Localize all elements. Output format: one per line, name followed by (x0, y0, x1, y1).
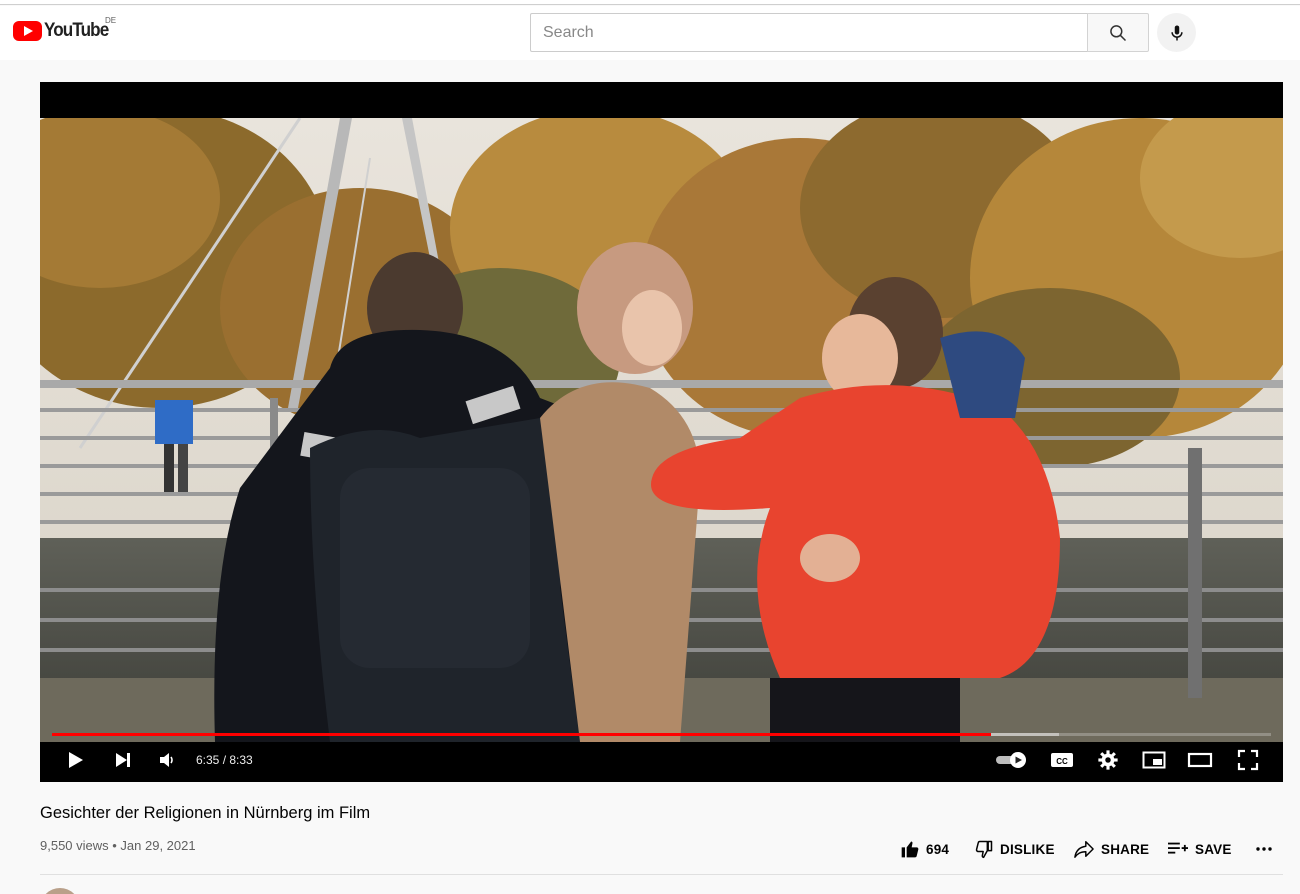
logo-text: YouTube (44, 20, 109, 41)
thumbs-up-icon (901, 841, 919, 858)
next-button[interactable] (110, 746, 136, 774)
skip-next-icon (116, 753, 130, 767)
channel-avatar[interactable] (40, 888, 80, 894)
subtitles-button[interactable]: CC (1048, 746, 1076, 774)
save-label: SAVE (1195, 841, 1232, 857)
autoplay-toggle[interactable] (994, 746, 1030, 774)
fullscreen-icon (1237, 749, 1259, 771)
settings-button[interactable] (1094, 746, 1122, 774)
like-button[interactable]: 694 (900, 836, 949, 862)
miniplayer-button[interactable] (1140, 746, 1168, 774)
dislike-button[interactable]: DISLIKE (974, 836, 1055, 862)
more-horizontal-icon (1256, 847, 1272, 851)
save-button[interactable]: SAVE (1167, 836, 1232, 862)
like-count: 694 (926, 841, 950, 857)
youtube-play-logo-icon (13, 21, 42, 41)
video-meta: 9,550 views • Jan 29, 2021 (40, 838, 196, 853)
divider (40, 874, 1283, 875)
closed-captions-icon: CC (1051, 753, 1073, 767)
share-icon (1074, 841, 1094, 858)
dislike-label: DISLIKE (1000, 841, 1055, 857)
video-player[interactable]: 6:35 / 8:33 CC (40, 82, 1283, 782)
time-display: 6:35 / 8:33 (196, 753, 253, 767)
theater-mode-icon (1187, 752, 1213, 768)
autoplay-icon (996, 752, 1026, 768)
browser-top-edge (0, 0, 1300, 5)
theater-mode-button[interactable] (1186, 746, 1214, 774)
more-actions-button[interactable] (1254, 836, 1280, 862)
fullscreen-button[interactable] (1234, 746, 1262, 774)
miniplayer-icon (1142, 751, 1166, 769)
progress-played (52, 733, 992, 736)
search-input[interactable] (531, 14, 1087, 51)
voice-search-button[interactable] (1157, 13, 1196, 52)
volume-icon (160, 753, 173, 767)
share-label: SHARE (1101, 841, 1150, 857)
player-controls: 6:35 / 8:33 CC (40, 738, 1283, 782)
video-title: Gesichter der Religionen in Nürnberg im … (40, 804, 371, 822)
youtube-logo[interactable]: YouTube DE (13, 16, 117, 44)
video-frame (40, 118, 1283, 742)
play-button[interactable] (62, 746, 88, 774)
playlist-add-icon (1168, 842, 1188, 854)
country-code: DE (105, 16, 117, 25)
play-icon (69, 752, 83, 768)
search-button[interactable] (1087, 13, 1149, 52)
mute-button[interactable] (154, 746, 180, 774)
gear-icon (1098, 750, 1118, 770)
progress-bar[interactable] (52, 733, 1271, 736)
microphone-icon (1170, 25, 1183, 40)
search-icon (1110, 24, 1127, 41)
thumbs-down-icon (975, 840, 993, 859)
search-box (530, 13, 1087, 52)
share-button[interactable]: SHARE (1073, 836, 1149, 862)
masthead: YouTube DE (0, 6, 1300, 60)
svg-text:CC: CC (1056, 757, 1068, 766)
